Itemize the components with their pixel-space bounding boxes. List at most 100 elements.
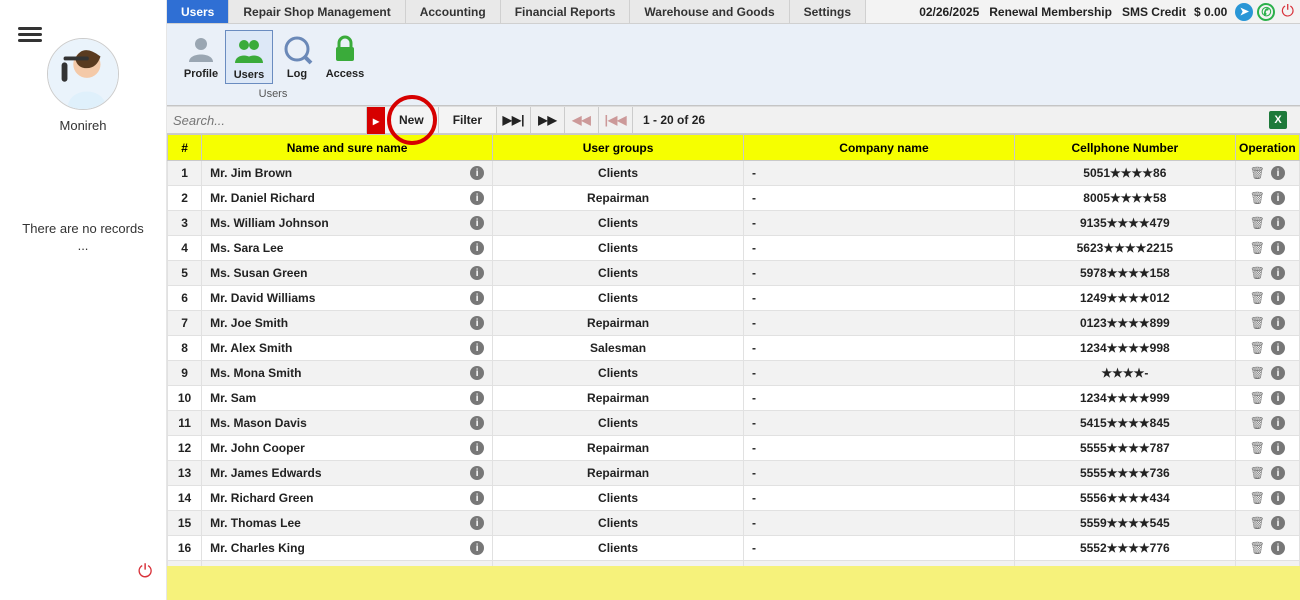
col-ops[interactable]: Operation xyxy=(1235,135,1299,161)
table-row[interactable]: 13Mr. James EdwardsiRepairman-5555★★★★73… xyxy=(168,461,1300,486)
table-row[interactable]: 2Mr. Daniel RichardiRepairman-8005★★★★58… xyxy=(168,186,1300,211)
info-icon[interactable]: i xyxy=(470,291,484,305)
table-row[interactable]: 5Ms. Susan GreeniClients-5978★★★★158🗑i xyxy=(168,261,1300,286)
row-idx: 16 xyxy=(168,536,202,561)
col-name[interactable]: Name and sure name xyxy=(202,135,493,161)
telegram-icon[interactable]: ➤ xyxy=(1235,3,1253,21)
table-row[interactable]: 7Mr. Joe SmithiRepairman-0123★★★★899🗑i xyxy=(168,311,1300,336)
ribbon-log[interactable]: Log xyxy=(273,30,321,84)
info-icon[interactable]: i xyxy=(1271,166,1285,180)
info-icon[interactable]: i xyxy=(1271,466,1285,480)
info-icon[interactable]: i xyxy=(470,191,484,205)
power-top-icon[interactable]: ⏻ xyxy=(1281,3,1294,21)
info-icon[interactable]: i xyxy=(470,316,484,330)
trash-icon[interactable]: 🗑 xyxy=(1250,291,1265,305)
info-icon[interactable]: i xyxy=(1271,191,1285,205)
info-icon[interactable]: i xyxy=(470,366,484,380)
info-icon[interactable]: i xyxy=(470,166,484,180)
table-row[interactable]: 9Ms. Mona SmithiClients-★★★★-🗑i xyxy=(168,361,1300,386)
pager-prev-icon[interactable]: ◀◀ xyxy=(565,107,599,133)
col-idx[interactable]: # xyxy=(168,135,202,161)
info-icon[interactable]: i xyxy=(1271,316,1285,330)
pager-next-icon[interactable]: ▶▶ xyxy=(531,107,565,133)
access-icon xyxy=(328,32,362,66)
trash-icon[interactable]: 🗑 xyxy=(1250,516,1265,530)
info-icon[interactable]: i xyxy=(1271,341,1285,355)
trash-icon[interactable]: 🗑 xyxy=(1250,441,1265,455)
pager-first-icon[interactable]: ▶▶| xyxy=(497,107,531,133)
trash-icon[interactable]: 🗑 xyxy=(1250,366,1265,380)
trash-icon[interactable]: 🗑 xyxy=(1250,466,1265,480)
trash-icon[interactable]: 🗑 xyxy=(1250,316,1265,330)
info-icon[interactable]: i xyxy=(1271,241,1285,255)
info-icon[interactable]: i xyxy=(470,516,484,530)
table-row[interactable]: 8Mr. Alex SmithiSalesman-1234★★★★998🗑i xyxy=(168,336,1300,361)
search-go-icon[interactable]: ▸ xyxy=(367,107,385,135)
info-icon[interactable]: i xyxy=(470,241,484,255)
whatsapp-icon[interactable]: ✆ xyxy=(1257,3,1275,21)
trash-icon[interactable]: 🗑 xyxy=(1250,241,1265,255)
avatar[interactable] xyxy=(47,38,119,110)
trash-icon[interactable]: 🗑 xyxy=(1250,491,1265,505)
info-icon[interactable]: i xyxy=(1271,216,1285,230)
info-icon[interactable]: i xyxy=(470,541,484,555)
toolbar: ▸ New Filter ▶▶| ▶▶ ◀◀ |◀◀ 1 - 20 of 26 … xyxy=(167,106,1300,134)
row-company: - xyxy=(744,386,1015,411)
info-icon[interactable]: i xyxy=(470,391,484,405)
info-icon[interactable]: i xyxy=(470,491,484,505)
info-icon[interactable]: i xyxy=(1271,391,1285,405)
table-row[interactable]: 16Mr. Charles KingiClients-5552★★★★776🗑i xyxy=(168,536,1300,561)
trash-icon[interactable]: 🗑 xyxy=(1250,391,1265,405)
info-icon[interactable]: i xyxy=(1271,516,1285,530)
table-row[interactable]: 4Ms. Sara LeeiClients-5623★★★★2215🗑i xyxy=(168,236,1300,261)
table-row[interactable]: 11Ms. Mason DavisiClients-5415★★★★845🗑i xyxy=(168,411,1300,436)
table-row[interactable]: 12Mr. John CooperiRepairman-5555★★★★787🗑… xyxy=(168,436,1300,461)
table-row[interactable]: 3Ms. William JohnsoniClients-9135★★★★479… xyxy=(168,211,1300,236)
ribbon-profile[interactable]: Profile xyxy=(177,30,225,84)
info-icon[interactable]: i xyxy=(1271,266,1285,280)
tab-settings[interactable]: Settings xyxy=(790,0,866,23)
table-wrapper: # Name and sure name User groups Company… xyxy=(167,134,1300,600)
info-icon[interactable]: i xyxy=(1271,541,1285,555)
trash-icon[interactable]: 🗑 xyxy=(1250,216,1265,230)
trash-icon[interactable]: 🗑 xyxy=(1250,341,1265,355)
trash-icon[interactable]: 🗑 xyxy=(1250,416,1265,430)
pager-last-icon[interactable]: |◀◀ xyxy=(599,107,633,133)
table-row[interactable]: 14Mr. Richard GreeniClients-5556★★★★434🗑… xyxy=(168,486,1300,511)
tab-financial-reports[interactable]: Financial Reports xyxy=(501,0,631,23)
table-row[interactable]: 10Mr. SamiRepairman-1234★★★★999🗑i xyxy=(168,386,1300,411)
trash-icon[interactable]: 🗑 xyxy=(1250,266,1265,280)
tab-users[interactable]: Users xyxy=(167,0,229,23)
col-phone[interactable]: Cellphone Number xyxy=(1014,135,1235,161)
export-excel-button[interactable]: X xyxy=(1264,107,1292,133)
ribbon-access[interactable]: Access xyxy=(321,30,369,84)
info-icon[interactable]: i xyxy=(470,441,484,455)
trash-icon[interactable]: 🗑 xyxy=(1250,166,1265,180)
power-icon[interactable]: ⏻ xyxy=(138,561,152,582)
new-button[interactable]: New xyxy=(385,107,439,133)
info-icon[interactable]: i xyxy=(1271,441,1285,455)
tab-warehouse-and-goods[interactable]: Warehouse and Goods xyxy=(630,0,789,23)
col-group[interactable]: User groups xyxy=(493,135,744,161)
search-input[interactable] xyxy=(173,107,366,133)
info-icon[interactable]: i xyxy=(1271,366,1285,380)
info-icon[interactable]: i xyxy=(1271,416,1285,430)
table-row[interactable]: 15Mr. Thomas LeeiClients-5559★★★★545🗑i xyxy=(168,511,1300,536)
tab-accounting[interactable]: Accounting xyxy=(406,0,501,23)
info-icon[interactable]: i xyxy=(470,466,484,480)
table-row[interactable]: 6Mr. David WilliamsiClients-1249★★★★012🗑… xyxy=(168,286,1300,311)
trash-icon[interactable]: 🗑 xyxy=(1250,191,1265,205)
info-icon[interactable]: i xyxy=(470,266,484,280)
filter-button[interactable]: Filter xyxy=(439,107,497,133)
info-icon[interactable]: i xyxy=(470,216,484,230)
info-icon[interactable]: i xyxy=(1271,491,1285,505)
tab-repair-shop-management[interactable]: Repair Shop Management xyxy=(229,0,405,23)
trash-icon[interactable]: 🗑 xyxy=(1250,541,1265,555)
col-company[interactable]: Company name xyxy=(744,135,1015,161)
info-icon[interactable]: i xyxy=(470,341,484,355)
table-row[interactable]: 1Mr. Jim BrowniClients-5051★★★★86🗑i xyxy=(168,161,1300,186)
ribbon-users[interactable]: Users xyxy=(225,30,273,84)
info-icon[interactable]: i xyxy=(470,416,484,430)
info-icon[interactable]: i xyxy=(1271,291,1285,305)
menu-toggle-icon[interactable] xyxy=(18,24,42,42)
